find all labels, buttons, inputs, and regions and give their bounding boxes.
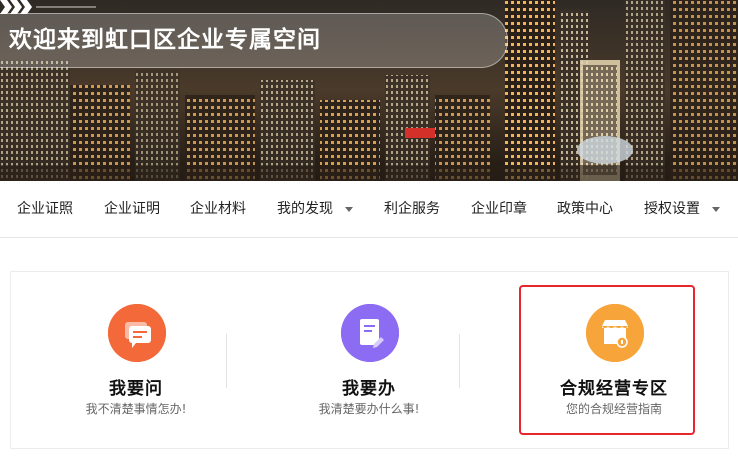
banner-title: 欢迎来到虹口区企业专属空间	[9, 27, 321, 53]
service-handle-title: 我要办	[342, 379, 396, 399]
service-compliance-title: 合规经营专区	[560, 379, 668, 399]
nav-item-enterprise-seal[interactable]: 企业印章	[471, 181, 527, 237]
nav-item-enterprise-materials[interactable]: 企业材料	[190, 181, 246, 237]
service-ask-title: 我要问	[109, 379, 163, 399]
service-ask-subtitle: 我不清楚事情怎办!	[85, 402, 187, 416]
divider	[226, 334, 227, 388]
main-nav: 企业证照 企业证明 企业材料 我的发现 利企服务 企业印章 政策中心 授权设置	[0, 181, 738, 238]
nav-item-my-discovery[interactable]: 我的发现	[277, 181, 333, 237]
chevron-down-icon[interactable]	[345, 207, 353, 212]
service-compliance-subtitle: 您的合规经营指南	[565, 402, 662, 416]
divider	[459, 334, 460, 388]
service-compliance[interactable]: 合规经营专区 您的合规经营指南	[514, 272, 714, 450]
storefront-icon	[586, 304, 644, 362]
service-handle-subtitle: 我清楚要办什么事!	[318, 402, 420, 416]
document-edit-icon	[341, 304, 399, 362]
nav-item-policy-center[interactable]: 政策中心	[557, 181, 613, 237]
chevron-down-icon[interactable]	[712, 207, 720, 212]
nav-item-authorization-settings[interactable]: 授权设置	[644, 181, 700, 237]
service-ask[interactable]: 我要问 我不清楚事情怎办!	[36, 272, 236, 450]
services-card: 我要问 我不清楚事情怎办! 我要办 我清楚要办什么事! 合规经营专区 您的合规经…	[10, 271, 729, 449]
nav-item-business-services[interactable]: 利企服务	[384, 181, 440, 237]
chat-icon	[108, 304, 166, 362]
service-handle[interactable]: 我要办 我清楚要办什么事!	[269, 272, 469, 450]
nav-item-enterprise-license[interactable]: 企业证照	[17, 181, 73, 237]
arrow-decoration-icon	[0, 0, 96, 14]
nav-item-enterprise-certificate[interactable]: 企业证明	[104, 181, 160, 237]
banner: 欢迎来到虹口区企业专属空间	[0, 0, 738, 181]
